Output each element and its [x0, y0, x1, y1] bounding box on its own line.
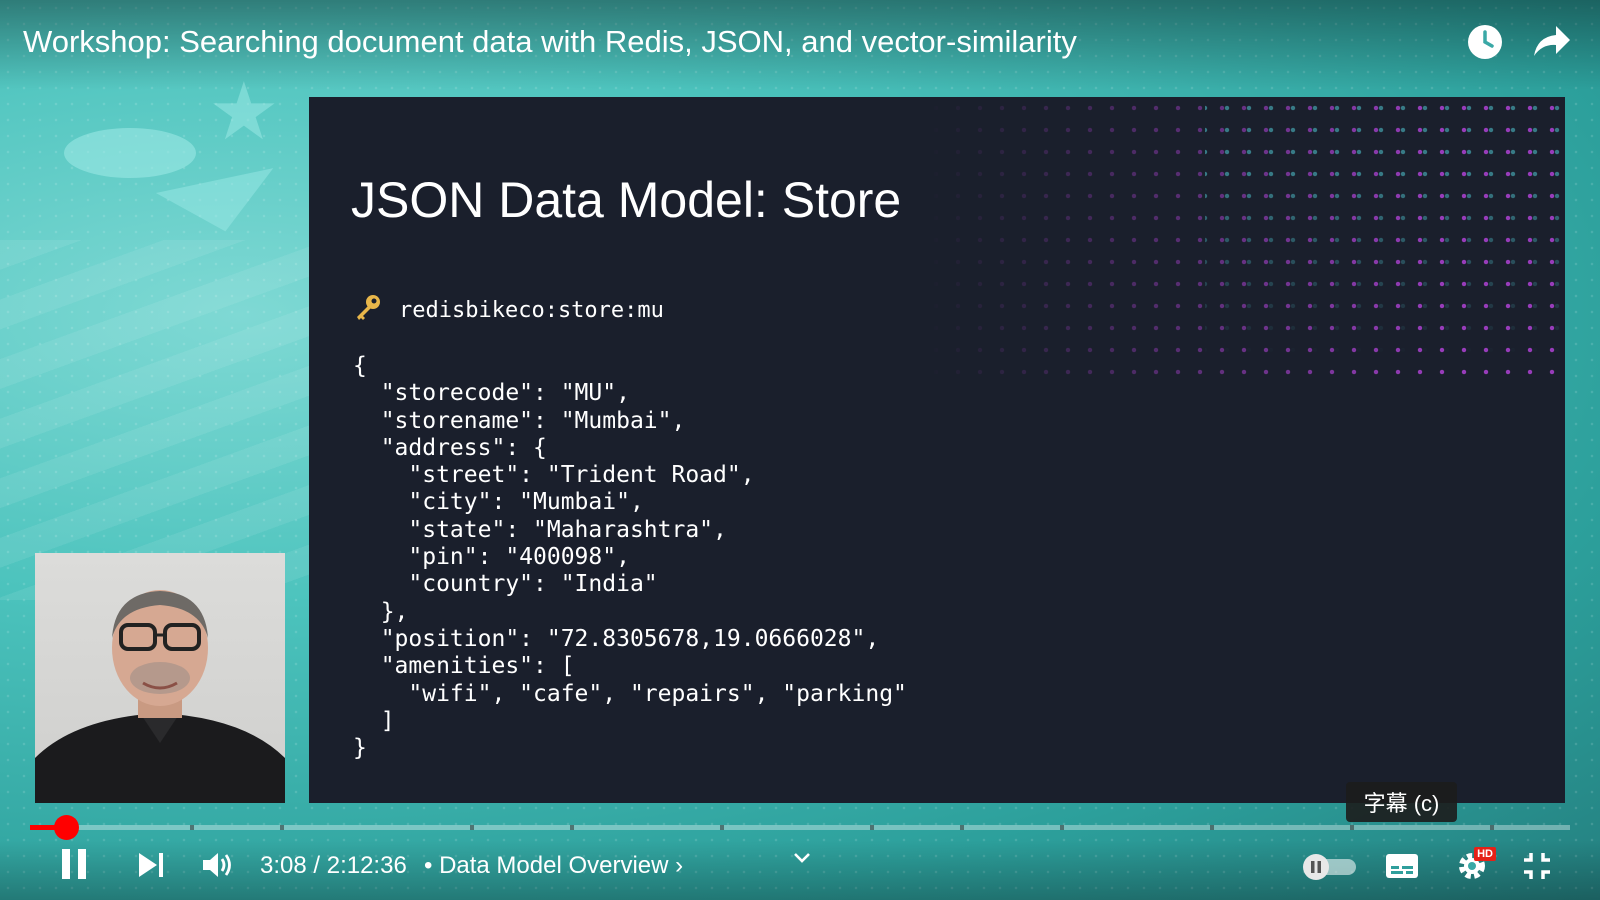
volume-button[interactable] — [200, 850, 236, 884]
settings-button[interactable]: HD — [1454, 847, 1496, 885]
chapter-title-link[interactable]: • Data Model Overview › — [424, 852, 683, 880]
subtitles-tooltip: 字幕 (c) — [1346, 782, 1457, 822]
key-icon — [353, 293, 383, 328]
subtitles-button[interactable] — [1384, 853, 1420, 883]
slide-dot-pattern-teal — [1205, 97, 1565, 357]
chapter-marker — [1490, 825, 1494, 830]
background-stripes — [0, 240, 310, 600]
chapter-expand-button[interactable] — [790, 850, 814, 870]
redis-key-name: redisbikeco:store:mu — [399, 298, 664, 323]
video-title[interactable]: Workshop: Searching document data with R… — [23, 24, 1077, 60]
presenter-figure — [35, 590, 285, 803]
watch-later-button[interactable] — [1465, 24, 1505, 64]
chapter-marker — [1060, 825, 1064, 830]
share-icon — [1532, 24, 1572, 65]
presentation-slide: JSON Data Model: Store redisbikeco:store… — [309, 97, 1565, 803]
progress-track — [30, 825, 1570, 830]
chapter-marker — [720, 825, 724, 830]
autoplay-toggle-icon — [1302, 853, 1358, 886]
time-display: 3:08 / 2:12:36 — [260, 852, 407, 879]
background-ellipse-shape — [64, 128, 196, 178]
hd-badge: HD — [1474, 847, 1496, 861]
pause-button[interactable] — [56, 848, 92, 884]
subtitles-icon — [1385, 853, 1419, 884]
chapter-marker — [190, 825, 194, 830]
autoplay-toggle[interactable] — [1302, 853, 1358, 886]
next-icon — [137, 852, 165, 883]
chapter-marker — [280, 825, 284, 830]
pause-icon — [59, 848, 89, 885]
chapter-marker — [1350, 825, 1354, 830]
exit-fullscreen-button[interactable] — [1520, 852, 1554, 884]
player-controls-bar — [0, 840, 1600, 900]
volume-icon — [201, 850, 235, 885]
chapter-marker — [1210, 825, 1214, 830]
clock-icon — [1466, 23, 1504, 66]
slide-title: JSON Data Model: Store — [351, 172, 902, 228]
chapter-marker — [470, 825, 474, 830]
redis-key-line: redisbikeco:store:mu — [353, 293, 664, 328]
chapter-marker — [570, 825, 574, 830]
exit-fullscreen-icon — [1522, 851, 1552, 886]
next-video-button[interactable] — [134, 850, 168, 884]
chevron-down-icon — [792, 851, 812, 870]
share-button[interactable] — [1532, 24, 1572, 64]
chapter-marker — [870, 825, 874, 830]
presenter-webcam — [35, 553, 285, 803]
progress-bar[interactable] — [30, 815, 1570, 840]
json-code-block: { "storecode": "MU", "storename": "Mumba… — [353, 353, 907, 762]
chapter-marker — [960, 825, 964, 830]
